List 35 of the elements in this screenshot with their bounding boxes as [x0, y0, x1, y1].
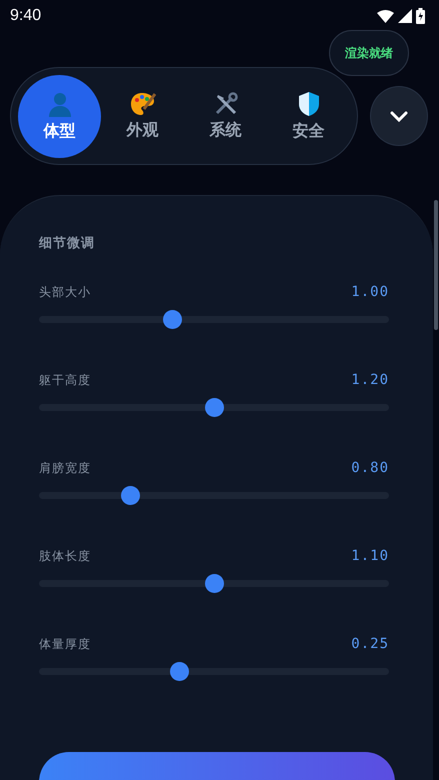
slider-value: 1.20 [351, 372, 389, 388]
slider-thumb[interactable] [120, 486, 140, 505]
wifi-icon [377, 10, 394, 22]
slider[interactable] [39, 310, 389, 329]
slider-value: 1.00 [351, 284, 389, 300]
slider-value: 1.10 [351, 548, 389, 564]
slider-label: 躯干高度 [39, 372, 91, 388]
person-icon [48, 90, 72, 116]
slider-label: 肩膀宽度 [39, 460, 91, 476]
slider-label: 肢体长度 [39, 548, 91, 564]
slider-value: 0.25 [351, 636, 389, 652]
slider[interactable] [39, 662, 389, 681]
slider-value: 0.80 [351, 460, 389, 476]
tab[interactable]: 安全 [267, 74, 350, 158]
signal-icon [398, 9, 412, 23]
slider-label: 体量厚度 [39, 636, 91, 652]
battery-icon [416, 8, 425, 24]
slider-thumb[interactable] [204, 574, 224, 593]
slider-label: 头部大小 [39, 284, 91, 300]
section-title: 细节微调 [39, 235, 96, 252]
slider-thumb[interactable] [162, 310, 182, 329]
status-badge: 渲染就绪 [329, 30, 409, 76]
tab[interactable]: 外观 [101, 74, 184, 158]
tools-icon [214, 92, 238, 116]
slider[interactable] [39, 486, 389, 505]
slider-thumb[interactable] [170, 662, 188, 681]
chevron-down-icon [390, 110, 408, 122]
slider[interactable] [39, 398, 389, 417]
slider-thumb[interactable] [204, 398, 224, 417]
tab[interactable]: 体型 [18, 74, 101, 158]
palette-icon [130, 92, 156, 116]
slider[interactable] [39, 574, 389, 593]
status-time: 9:40 [10, 7, 42, 25]
tab[interactable]: 系统 [184, 74, 267, 158]
shield-icon [298, 90, 320, 116]
